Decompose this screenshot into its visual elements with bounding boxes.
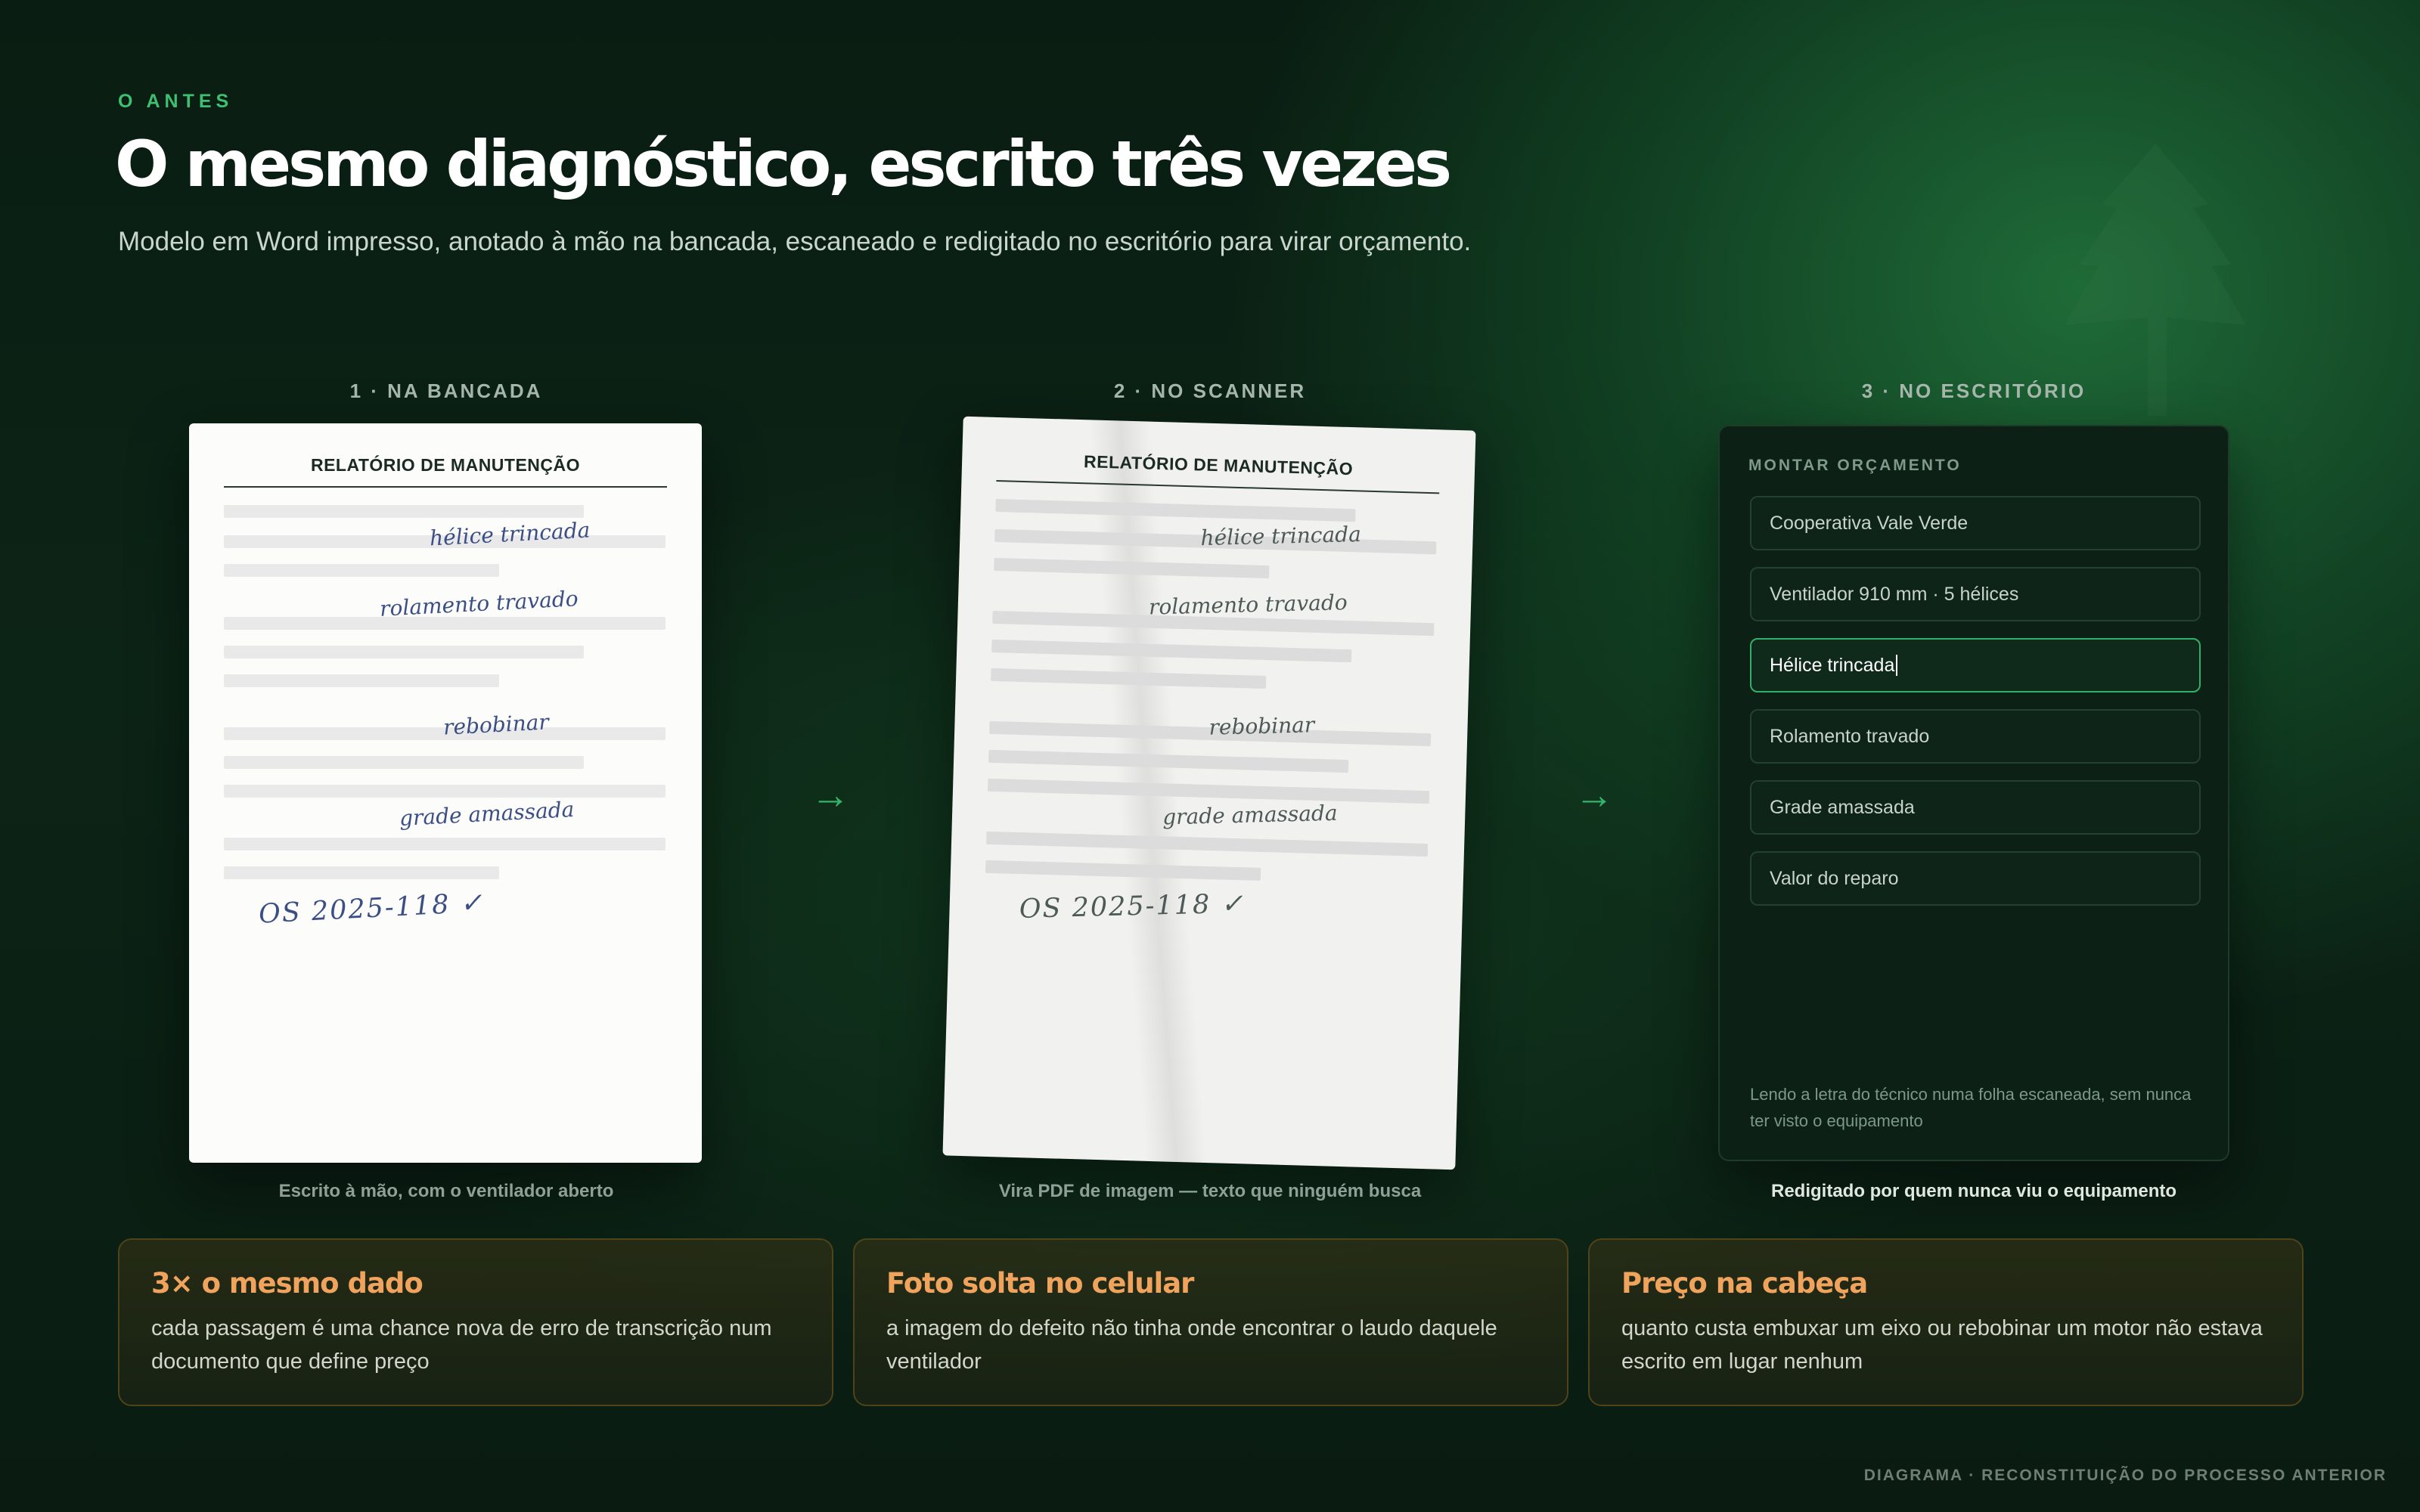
- field-value: Cooperativa Vale Verde: [1770, 512, 1969, 534]
- budget-form-panel: MONTAR ORÇAMENTO Cooperativa Vale Verde …: [1718, 425, 2229, 1161]
- handwritten-report-sheet: RELATÓRIO DE MANUTENÇÃO hélice trincada …: [189, 423, 702, 1163]
- field-value: Rolamento travado: [1770, 725, 1930, 747]
- page-title: O mesmo diagnóstico, escrito três vezes: [115, 127, 1452, 201]
- text-line: [995, 498, 1356, 522]
- scanned-report-sheet: RELATÓRIO DE MANUTENÇÃO hélice trincada …: [942, 416, 1476, 1170]
- handwritten-note: rolamento travado: [1148, 590, 1348, 620]
- field-value: Hélice trincada: [1770, 654, 1895, 676]
- problem-card: 3× o mesmo dado cada passagem é uma chan…: [118, 1238, 833, 1406]
- card-text: cada passagem é uma chance nova de erro …: [151, 1316, 772, 1374]
- arrow-right-icon: →: [1575, 773, 1614, 817]
- text-line: [224, 646, 584, 658]
- step-1-caption: Escrito à mão, com o ventilador aberto: [278, 1181, 614, 1201]
- sheet-title: RELATÓRIO DE MANUTENÇÃO: [224, 455, 667, 488]
- footer-caption: DIAGRAMA · RECONSTITUIÇÃO DO PROCESSO AN…: [1863, 1467, 2387, 1484]
- step-2-caption: Vira PDF de imagem — texto que ninguém b…: [998, 1181, 1422, 1201]
- text-line: [985, 831, 1429, 857]
- repair-value-field[interactable]: Valor do reparo: [1750, 851, 2201, 906]
- step-2-label: 2 · NO SCANNER: [1113, 380, 1307, 402]
- handwritten-order-number: OS 2025-118 ✓: [258, 888, 485, 930]
- text-line: [987, 778, 1430, 804]
- text-line: [224, 505, 584, 518]
- problem-card: Preço na cabeça quanto custa embuxar um …: [1588, 1238, 2304, 1406]
- card-text: quanto custa embuxar um eixo ou rebobina…: [1621, 1316, 2263, 1374]
- text-line: [224, 564, 499, 577]
- form-title: MONTAR ORÇAMENTO: [1748, 457, 1962, 474]
- panel-note: Lendo a letra do técnico numa folha esca…: [1750, 1085, 2192, 1130]
- section-eyebrow: O ANTES: [118, 91, 234, 112]
- text-line: [224, 756, 584, 769]
- text-line: [991, 639, 1352, 663]
- handwritten-note: hélice trincada: [1200, 521, 1362, 551]
- text-line: [224, 838, 666, 850]
- arrow-right-icon: →: [811, 773, 850, 817]
- card-title: 3× o mesmo dado: [151, 1267, 424, 1300]
- handwritten-note: rebobinar: [1208, 712, 1315, 740]
- defect-field-active[interactable]: Hélice trincada: [1750, 638, 2201, 692]
- step-1-label: 1 · NA BANCADA: [349, 380, 543, 402]
- card-title: Preço na cabeça: [1621, 1267, 1868, 1300]
- text-line: [224, 785, 666, 798]
- handwritten-order-number: OS 2025-118 ✓: [1019, 888, 1246, 925]
- grille-field[interactable]: Grade amassada: [1750, 780, 2201, 835]
- text-caret: [1896, 655, 1898, 676]
- text-line: [224, 866, 499, 879]
- page-subtitle: Modelo em Word impresso, anotado à mão n…: [118, 227, 1472, 256]
- step-3-caption: Redigitado por quem nunca viu o equipame…: [1770, 1181, 2177, 1201]
- step-3-label: 3 · NO ESCRITÓRIO: [1861, 380, 2086, 402]
- card-title: Foto solta no celular: [886, 1267, 1194, 1300]
- handwritten-note: grade amassada: [399, 796, 576, 832]
- card-text: a imagem do defeito não tinha onde encon…: [886, 1316, 1497, 1374]
- bearing-field[interactable]: Rolamento travado: [1750, 709, 2201, 764]
- sheet-title: RELATÓRIO DE MANUTENÇÃO: [996, 448, 1441, 494]
- field-value: Ventilador 910 mm · 5 hélices: [1770, 583, 2019, 605]
- field-value: Valor do reparo: [1770, 867, 1899, 889]
- text-line: [224, 617, 666, 630]
- handwritten-note: grade amassada: [1162, 800, 1338, 830]
- field-value: Grade amassada: [1770, 796, 1915, 818]
- handwritten-note: rolamento travado: [379, 586, 579, 621]
- problem-card: Foto solta no celular a imagem do defeit…: [853, 1238, 1568, 1406]
- equipment-field[interactable]: Ventilador 910 mm · 5 hélices: [1750, 567, 2201, 621]
- text-line: [224, 674, 499, 687]
- client-field[interactable]: Cooperativa Vale Verde: [1750, 496, 2201, 550]
